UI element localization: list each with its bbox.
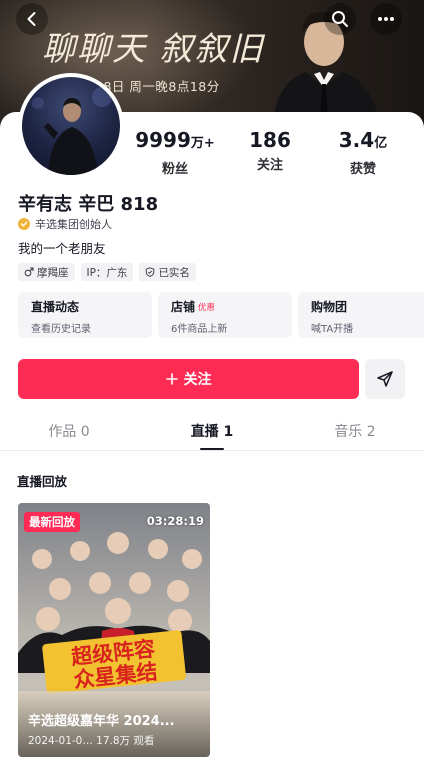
chevron-left-icon (27, 12, 36, 26)
male-icon (24, 267, 34, 277)
card-shopping-group[interactable]: 购物团 喊TA开播 (298, 292, 424, 338)
section-title: 直播回放 (17, 474, 68, 489)
verified-icon (18, 218, 30, 230)
plus-icon (165, 373, 178, 385)
feature-cards: 直播动态 查看历史记录 店铺 优惠 6件商品上新 购物团 喊TA开播 (18, 292, 424, 338)
fans-label: 粉丝 (161, 162, 188, 177)
card-title: 店铺 (171, 300, 196, 314)
live-replay-card[interactable]: 超级阵容 众星集结 最新回放 03:28:19 辛选超级嘉年华 2024... … (18, 503, 210, 757)
replay-meta: 2024-01-0… 17.8万 观看 (28, 735, 155, 747)
more-button[interactable] (370, 3, 402, 35)
likes-unit: 亿 (374, 136, 388, 151)
card-title: 购物团 (311, 300, 348, 314)
tag-ip-label: IP：广东 (86, 266, 128, 279)
tag-zodiac: 摩羯座 (18, 263, 75, 281)
back-button[interactable] (16, 3, 48, 35)
nickname: 辛有志 辛巴 818 (18, 194, 159, 215)
card-shop[interactable]: 店铺 优惠 6件商品上新 (158, 292, 292, 338)
fans-count: 9999 (135, 128, 191, 152)
stat-fans[interactable]: 9999万+ 粉丝 (130, 128, 220, 177)
following-count: 186 (249, 128, 291, 152)
stat-likes[interactable]: 3.4亿 获赞 (318, 128, 408, 177)
replay-badge: 最新回放 (24, 512, 80, 532)
likes-count: 3.4 (338, 128, 375, 152)
card-badge: 优惠 (198, 302, 216, 313)
search-button[interactable] (324, 3, 356, 35)
following-label: 关注 (256, 158, 283, 173)
follow-button[interactable]: 关注 (18, 359, 359, 399)
profile-tags: 摩羯座 IP：广东 已实名 (18, 263, 196, 281)
verified-title: 辛选集团创始人 (35, 218, 112, 231)
card-title: 直播动态 (31, 300, 80, 314)
card-subtitle: 喊TA开播 (311, 324, 354, 335)
verified-badge: 辛选集团创始人 (18, 216, 112, 232)
avatar-image (22, 77, 120, 175)
likes-label: 获赞 (349, 162, 376, 177)
share-button[interactable] (365, 359, 405, 399)
tag-ip: IP：广东 (80, 263, 134, 281)
replay-title: 辛选超级嘉年华 2024... (28, 714, 175, 729)
tag-zodiac-label: 摩羯座 (37, 266, 69, 279)
tab-active-indicator (200, 448, 224, 450)
follow-label: 关注 (183, 372, 212, 388)
fans-unit: 万+ (190, 136, 215, 151)
tab-music[interactable]: 音乐 2 (305, 421, 405, 441)
avatar-person (32, 87, 112, 175)
tab-works[interactable]: 作品 0 (19, 421, 119, 441)
tab-live[interactable]: 直播 1 (162, 421, 262, 441)
cover-title: 聊聊天 叙叙旧 (42, 29, 265, 68)
card-live-activity[interactable]: 直播动态 查看历史记录 (18, 292, 152, 338)
tag-real-name-label: 已实名 (158, 266, 190, 279)
content-tabs: 作品 0 直播 1 音乐 2 (0, 411, 424, 451)
replay-duration: 03:28:19 (146, 514, 204, 528)
card-subtitle: 查看历史记录 (31, 324, 91, 335)
avatar[interactable] (18, 73, 124, 179)
card-subtitle: 6件商品上新 (171, 324, 228, 335)
more-icon (378, 17, 394, 21)
bio: 我的一个老朋友 (18, 241, 106, 256)
search-icon (332, 11, 348, 27)
shield-check-icon (146, 267, 155, 277)
send-icon (377, 371, 393, 387)
stat-following[interactable]: 186 关注 (225, 128, 315, 173)
tag-real-name: 已实名 (139, 263, 196, 281)
